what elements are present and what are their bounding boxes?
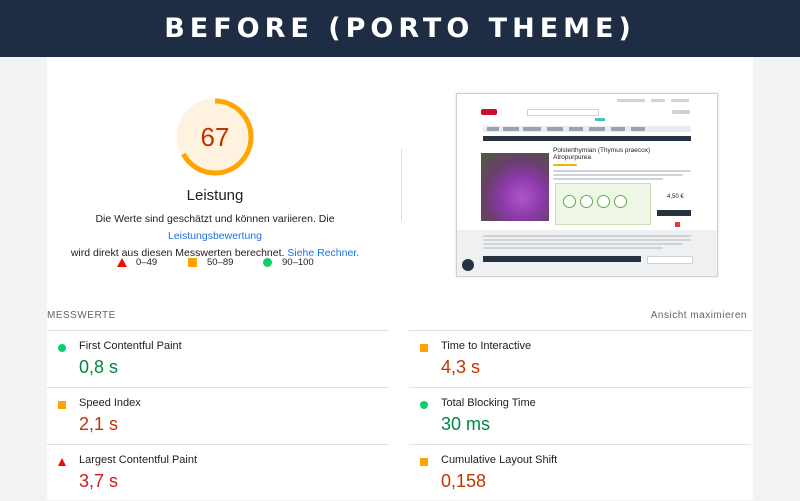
thumb-cookie-line <box>483 235 691 237</box>
banner-title: BEFORE (PORTO THEME) <box>164 13 636 44</box>
metric-largest-contentful-paint: Largest Contentful Paint 3,7 s <box>47 444 389 501</box>
thumb-timer-circle <box>597 195 610 208</box>
legend-fail: 0–49 <box>117 257 157 268</box>
metric-speed-index: Speed Index 2,1 s <box>47 387 389 444</box>
thumb-timer-circle <box>614 195 627 208</box>
thumb-timer-circle <box>563 195 576 208</box>
square-average-icon <box>58 401 66 409</box>
thumb-stars <box>553 164 577 166</box>
square-average-icon <box>420 344 428 352</box>
metric-name: First Contentful Paint <box>79 340 182 352</box>
thumb-topbar-2 <box>651 99 665 102</box>
thumb-cookie-line <box>483 243 683 245</box>
legend-average: 50–89 <box>188 257 233 268</box>
metrics-header: MESSWERTE Ansicht maximieren <box>47 310 753 326</box>
gauge-description: Die Werte sind geschätzt und können vari… <box>59 211 371 262</box>
square-average-icon <box>188 258 197 267</box>
metric-value: 0,8 s <box>79 357 119 377</box>
metric-value: 4,3 s <box>441 357 481 377</box>
gauge-title: Leistung <box>186 187 244 204</box>
section-divider <box>401 149 402 221</box>
thumb-text-line <box>553 170 691 172</box>
metric-value: 3,7 s <box>79 471 119 491</box>
thumb-text-line <box>553 178 663 180</box>
metric-name: Cumulative Layout Shift <box>441 454 558 466</box>
thumb-decline-button <box>647 256 693 264</box>
metric-name: Speed Index <box>79 397 141 409</box>
square-average-icon <box>420 458 428 466</box>
metric-value: 30 ms <box>441 414 491 434</box>
legend-pass: 90–100 <box>263 257 314 268</box>
thumb-timer-circle <box>580 195 593 208</box>
thumb-cookie-line <box>483 239 691 241</box>
legend-average-range: 50–89 <box>207 257 234 268</box>
thumb-accept-button <box>483 256 641 262</box>
thumb-nav-item <box>487 127 499 131</box>
thumb-chat-icon <box>462 259 474 271</box>
metric-first-contentful-paint: First Contentful Paint 0,8 s <box>47 330 389 387</box>
thumb-heart-icon <box>675 222 680 227</box>
circle-pass-icon <box>420 401 428 409</box>
legend-fail-range: 0–49 <box>136 257 158 268</box>
circle-pass-icon <box>58 344 66 352</box>
page-banner: BEFORE (PORTO THEME) <box>0 0 800 57</box>
metric-name: Time to Interactive <box>441 340 532 352</box>
legend-pass-range: 90–100 <box>282 257 314 268</box>
thumb-topbar-3 <box>671 99 689 102</box>
thumb-text-line <box>553 174 683 176</box>
thumb-nav-item <box>523 127 541 131</box>
thumb-topbar-1 <box>617 99 645 102</box>
expand-view-toggle[interactable]: Ansicht maximieren <box>651 310 747 321</box>
thumb-nav-item <box>503 127 519 131</box>
thumb-badge <box>595 118 605 121</box>
thumb-search <box>527 109 599 116</box>
circle-pass-icon <box>263 258 272 267</box>
triangle-fail-icon <box>117 258 127 267</box>
performance-score: 67 <box>200 121 230 152</box>
thumb-cookie-line <box>483 247 663 249</box>
thumb-product-title: Polsterthymian (Thymus praecox) Atropurp… <box>553 147 651 161</box>
thumb-logo <box>481 109 497 115</box>
thumb-cart-icons <box>672 110 690 114</box>
metric-time-to-interactive: Time to Interactive 4,3 s <box>409 330 751 387</box>
score-link[interactable]: Leistungsbewertung <box>168 230 262 242</box>
thumb-cart-button <box>657 210 691 216</box>
thumb-breadcrumb <box>483 136 691 141</box>
metric-value: 0,158 <box>441 471 487 491</box>
thumb-nav-item <box>547 127 563 131</box>
metric-cumulative-layout-shift: Cumulative Layout Shift 0,158 <box>409 444 751 501</box>
metric-name: Total Blocking Time <box>441 397 536 409</box>
page-screenshot-thumbnail: Polsterthymian (Thymus praecox) Atropurp… <box>456 93 718 277</box>
description-text-1: Die Werte sind geschätzt und können vari… <box>95 213 335 225</box>
metric-name: Largest Contentful Paint <box>79 454 198 466</box>
thumb-nav-item <box>631 127 645 131</box>
thumb-nav-item <box>569 127 583 131</box>
thumb-nav-item <box>589 127 605 131</box>
thumb-product-photo <box>481 153 549 221</box>
thumb-nav-item <box>611 127 625 131</box>
thumb-price: 4,50 € <box>667 194 684 200</box>
metric-value: 2,1 s <box>79 414 119 434</box>
metric-total-blocking-time: Total Blocking Time 30 ms <box>409 387 751 444</box>
lighthouse-report: 67 Leistung Die Werte sind geschätzt und… <box>47 57 753 500</box>
score-legend: 0–49 50–89 90–100 <box>117 257 337 271</box>
triangle-fail-icon <box>58 458 66 466</box>
metrics-heading: MESSWERTE <box>47 310 116 321</box>
